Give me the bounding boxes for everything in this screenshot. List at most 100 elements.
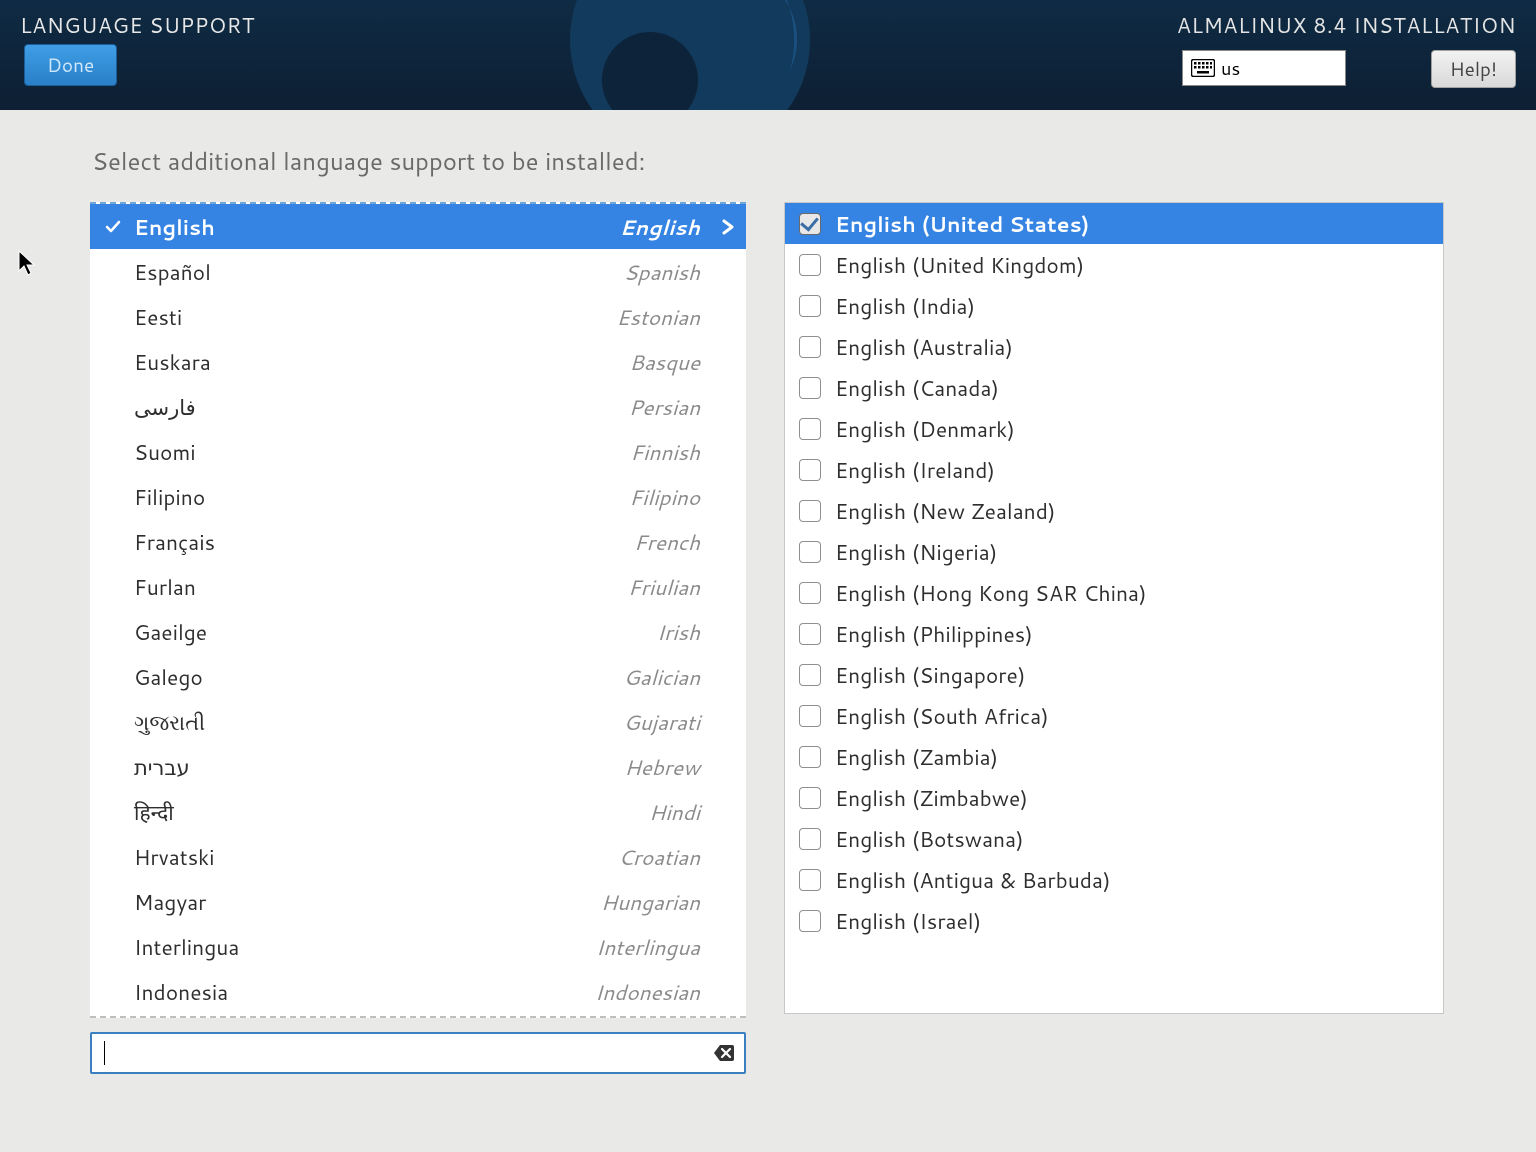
locale-checkbox[interactable] <box>799 254 821 276</box>
locale-checkbox[interactable] <box>799 336 821 358</box>
locale-row[interactable]: English (Denmark) <box>785 408 1443 449</box>
locale-row[interactable]: English (Nigeria) <box>785 531 1443 572</box>
language-native-label: English <box>134 212 620 242</box>
language-row[interactable]: עבריתHebrew <box>90 744 746 789</box>
language-english-label: Hindi <box>649 797 700 827</box>
locale-row[interactable]: English (United Kingdom) <box>785 244 1443 285</box>
brand-swirl-icon <box>560 0 820 110</box>
language-native-label: Filipino <box>134 482 629 512</box>
language-row[interactable]: EestiEstonian <box>90 294 746 339</box>
language-row[interactable]: हिन्दीHindi <box>90 789 746 834</box>
language-row[interactable]: EspañolSpanish <box>90 249 746 294</box>
locale-row[interactable]: English (United States) <box>785 203 1443 244</box>
locale-checkbox[interactable] <box>799 787 821 809</box>
language-row[interactable]: GaeilgeIrish <box>90 609 746 654</box>
locale-label: English (New Zealand) <box>835 496 1056 526</box>
language-row[interactable]: FilipinoFilipino <box>90 474 746 519</box>
language-english-label: Finnish <box>630 437 700 467</box>
language-row[interactable]: GalegoGalician <box>90 654 746 699</box>
keyboard-layout-label: us <box>1221 55 1240 81</box>
locale-checkbox[interactable] <box>799 459 821 481</box>
locale-checkbox[interactable] <box>799 664 821 686</box>
locale-checkbox[interactable] <box>799 295 821 317</box>
language-english-label: Croatian <box>618 842 700 872</box>
locale-checkbox[interactable] <box>799 377 821 399</box>
language-list[interactable]: EnglishEnglishEspañolSpanishEestiEstonia… <box>90 202 746 1018</box>
locale-checkbox[interactable] <box>799 541 821 563</box>
locale-label: English (Canada) <box>835 373 999 403</box>
language-native-label: Gaeilge <box>134 617 657 647</box>
language-native-label: Suomi <box>134 437 630 467</box>
language-english-label: French <box>634 527 700 557</box>
locale-label: English (India) <box>835 291 975 321</box>
header-bar: LANGUAGE SUPPORT Done ALMALINUX 8.4 INST… <box>0 0 1536 110</box>
keyboard-layout-indicator[interactable]: us <box>1182 50 1346 86</box>
language-english-label: English <box>620 212 700 242</box>
language-native-label: Magyar <box>134 887 601 917</box>
locale-checkbox[interactable] <box>799 705 821 727</box>
locale-checkbox[interactable] <box>799 500 821 522</box>
locale-label: English (Hong Kong SAR China) <box>835 578 1147 608</box>
language-row[interactable]: SuomiFinnish <box>90 429 746 474</box>
locale-label: English (Antigua & Barbuda) <box>835 865 1111 895</box>
help-button[interactable]: Help! <box>1431 50 1516 88</box>
locale-row[interactable]: English (Ireland) <box>785 449 1443 490</box>
locale-row[interactable]: English (Israel) <box>785 900 1443 941</box>
language-native-label: Français <box>134 527 634 557</box>
locale-row[interactable]: English (Antigua & Barbuda) <box>785 859 1443 900</box>
done-button[interactable]: Done <box>24 44 117 86</box>
locale-checkbox[interactable] <box>799 746 821 768</box>
language-row[interactable]: FrançaisFrench <box>90 519 746 564</box>
locale-checkbox[interactable] <box>799 869 821 891</box>
locale-row[interactable]: English (Zimbabwe) <box>785 777 1443 818</box>
clear-search-icon[interactable] <box>714 1043 734 1063</box>
language-row[interactable]: EuskaraBasque <box>90 339 746 384</box>
locale-label: English (Israel) <box>835 906 981 936</box>
spoke-title: LANGUAGE SUPPORT <box>20 10 255 40</box>
language-native-label: עברית <box>134 752 624 782</box>
locale-label: English (Australia) <box>835 332 1013 362</box>
locale-row[interactable]: English (Hong Kong SAR China) <box>785 572 1443 613</box>
locale-checkbox[interactable] <box>799 418 821 440</box>
locale-row[interactable]: English (Zambia) <box>785 736 1443 777</box>
locale-checkbox[interactable] <box>799 623 821 645</box>
locale-row[interactable]: English (Botswana) <box>785 818 1443 859</box>
locale-row[interactable]: English (Singapore) <box>785 654 1443 695</box>
language-row[interactable]: ગુજરાતીGujarati <box>90 699 746 744</box>
language-english-label: Galician <box>623 662 700 692</box>
language-native-label: हिन्दी <box>134 797 649 827</box>
language-english-label: Gujarati <box>623 707 700 737</box>
locale-checkbox[interactable] <box>799 828 821 850</box>
locale-label: English (Zimbabwe) <box>835 783 1028 813</box>
locale-label: English (United States) <box>835 209 1089 239</box>
locale-label: English (Ireland) <box>835 455 995 485</box>
installer-title: ALMALINUX 8.4 INSTALLATION <box>1177 10 1516 40</box>
locale-list[interactable]: English (United States) English (United K… <box>784 202 1444 1014</box>
language-search-input[interactable] <box>90 1032 746 1074</box>
locale-row[interactable]: English (Philippines) <box>785 613 1443 654</box>
language-native-label: Eesti <box>134 302 616 332</box>
locale-row[interactable]: English (Canada) <box>785 367 1443 408</box>
locale-row[interactable]: English (South Africa) <box>785 695 1443 736</box>
language-row[interactable]: FurlanFriulian <box>90 564 746 609</box>
language-row[interactable]: MagyarHungarian <box>90 879 746 924</box>
locale-checkbox[interactable] <box>799 213 821 235</box>
locale-row[interactable]: English (New Zealand) <box>785 490 1443 531</box>
locale-row[interactable]: English (Australia) <box>785 326 1443 367</box>
language-native-label: Galego <box>134 662 623 692</box>
locale-row[interactable]: English (India) <box>785 285 1443 326</box>
locale-label: English (Philippines) <box>835 619 1033 649</box>
chevron-right-icon <box>720 219 736 235</box>
locale-label: English (United Kingdom) <box>835 250 1084 280</box>
language-row[interactable]: IndonesiaIndonesian <box>90 969 746 1014</box>
language-row[interactable]: InterlinguaInterlingua <box>90 924 746 969</box>
language-english-label: Basque <box>629 347 700 377</box>
locale-checkbox[interactable] <box>799 910 821 932</box>
language-row[interactable]: EnglishEnglish <box>90 204 746 249</box>
locale-checkbox[interactable] <box>799 582 821 604</box>
keyboard-icon <box>1191 59 1215 77</box>
language-english-label: Interlingua <box>596 932 700 962</box>
language-row[interactable]: فارسیPersian <box>90 384 746 429</box>
language-row[interactable]: HrvatskiCroatian <box>90 834 746 879</box>
language-english-label: Spanish <box>624 257 700 287</box>
